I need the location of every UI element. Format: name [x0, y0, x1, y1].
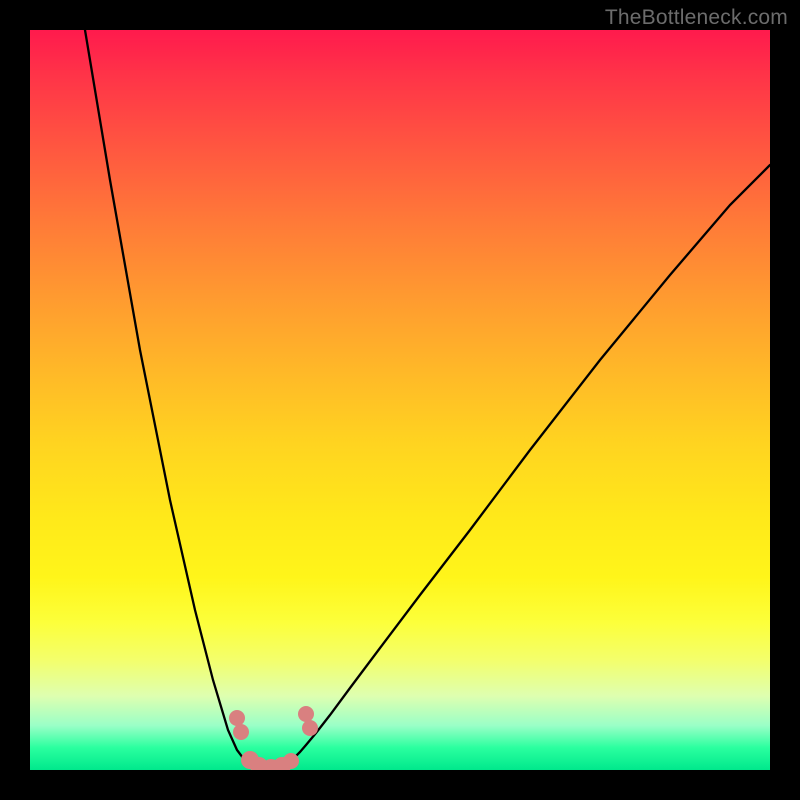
chart-frame: TheBottleneck.com — [0, 0, 800, 800]
right-curve — [286, 165, 770, 765]
marker-group — [229, 706, 318, 770]
data-marker — [283, 753, 299, 769]
watermark-text: TheBottleneck.com — [605, 6, 788, 30]
curve-layer — [30, 30, 770, 770]
data-marker — [298, 706, 314, 722]
plot-area — [30, 30, 770, 770]
data-marker — [302, 720, 318, 736]
left-curve — [85, 30, 253, 765]
data-marker — [229, 710, 245, 726]
data-marker — [233, 724, 249, 740]
